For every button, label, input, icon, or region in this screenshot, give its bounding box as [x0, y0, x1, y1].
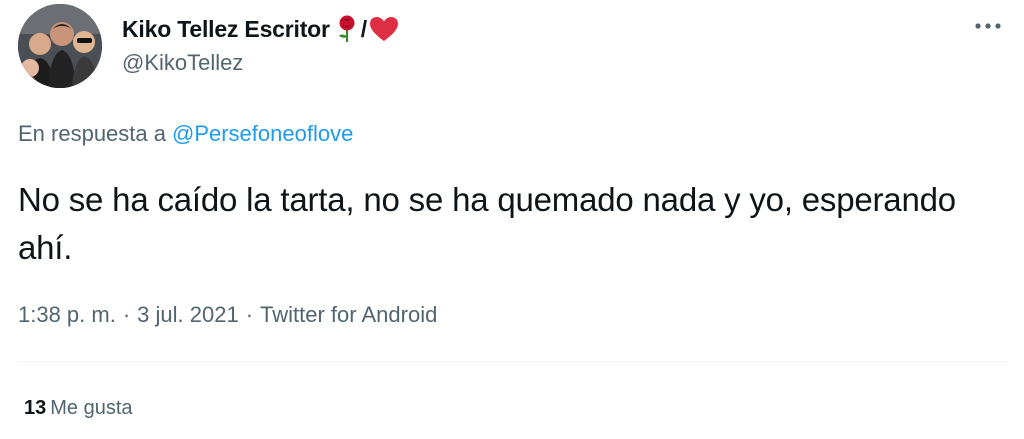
likes-stat-link[interactable]: 13 Me gusta	[24, 397, 133, 420]
tweet-metadata: 1:38 p. m. · 3 jul. 2021 · Twitter for A…	[18, 302, 437, 328]
author-display-name[interactable]: Kiko Tellez Escritor	[122, 16, 330, 43]
rose-icon	[336, 15, 358, 43]
meta-separator: ·	[122, 302, 131, 327]
name-separator: /	[360, 15, 368, 42]
author-name-row[interactable]: Kiko Tellez Escritor /	[122, 14, 399, 44]
tweet-text: No se ha caído la tarta, no se ha quemad…	[18, 181, 956, 266]
divider	[18, 361, 1008, 362]
avatar[interactable]	[18, 4, 102, 88]
avatar-image	[18, 4, 102, 88]
reply-context: En respuesta a @Persefoneoflove	[18, 121, 353, 147]
author-handle[interactable]: @KikoTellez	[122, 50, 243, 76]
reply-prefix: En respuesta a	[18, 121, 166, 146]
tweet-time[interactable]: 1:38 p. m.	[18, 302, 116, 328]
tweet-date[interactable]: 3 jul. 2021	[137, 302, 239, 328]
likes-count: 13	[24, 397, 47, 419]
more-options-button[interactable]	[968, 14, 1008, 38]
tweet-card: Kiko Tellez Escritor / @KikoTellez En re…	[0, 0, 1024, 439]
meta-separator: ·	[245, 302, 254, 327]
more-horizontal-icon	[975, 23, 1001, 29]
tweet-source-link[interactable]: Twitter for Android	[260, 302, 437, 328]
red-heart-icon	[369, 16, 399, 42]
reply-mention-link[interactable]: @Persefoneoflove	[172, 121, 353, 146]
likes-label: Me gusta	[50, 397, 133, 419]
